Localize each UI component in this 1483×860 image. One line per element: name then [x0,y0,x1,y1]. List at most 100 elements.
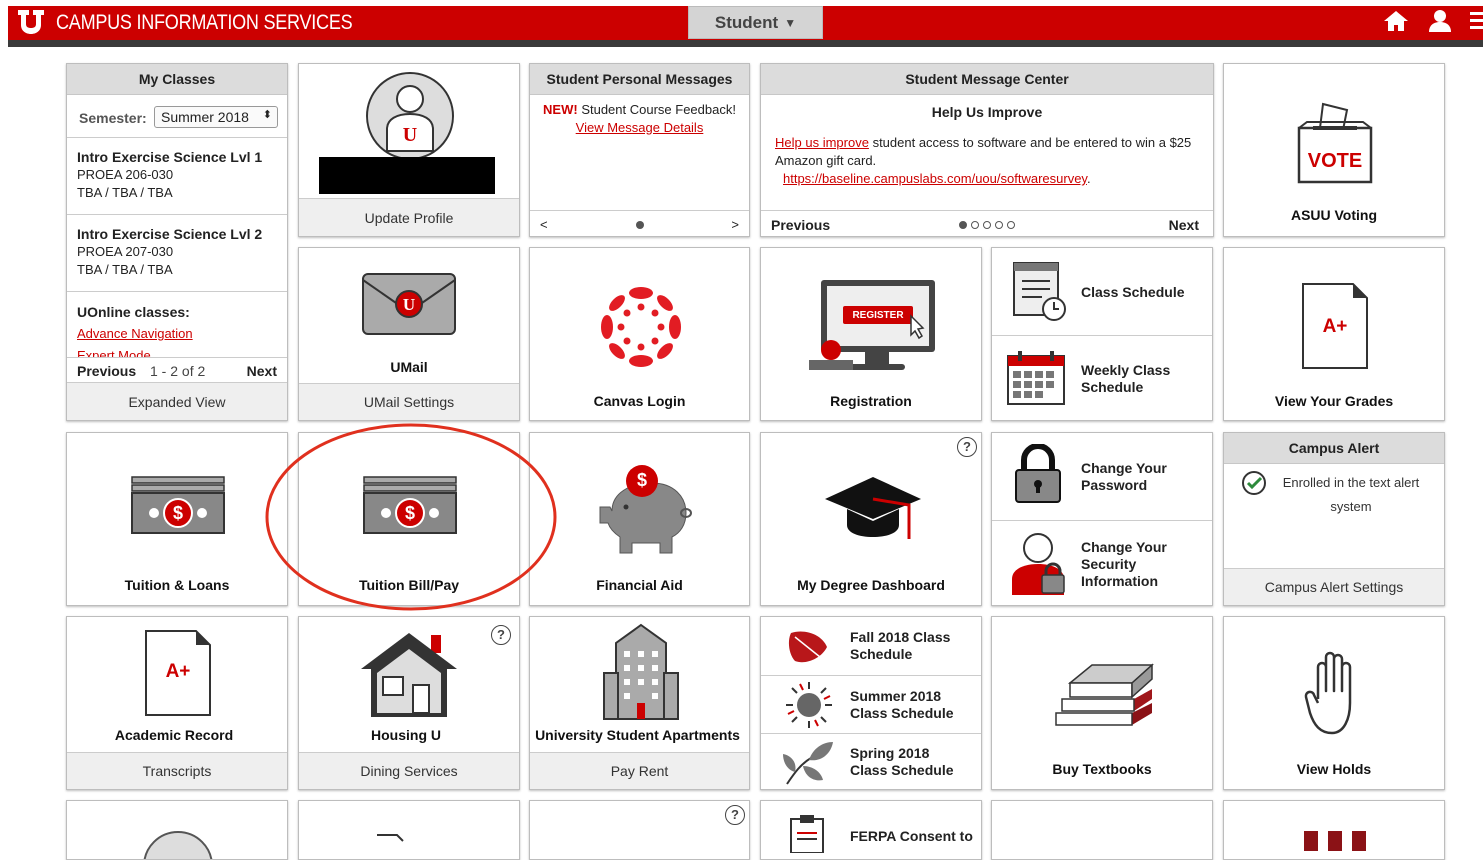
academic-record-link[interactable]: A+ Academic Record [67,617,287,753]
buy-textbooks-tile[interactable]: Buy Textbooks [991,616,1213,790]
new-badge: NEW! [543,102,578,117]
university-u-logo[interactable] [16,8,46,36]
expert-mode-link[interactable]: Expert Mode [77,345,277,357]
message-center-prev[interactable]: Previous [771,217,830,233]
prev-message-button[interactable]: < [540,217,548,232]
personal-messages-pager: < > [530,210,749,236]
update-profile-button[interactable]: Update Profile [299,198,519,236]
pay-rent-button[interactable]: Pay Rent [530,752,749,789]
menu-icon[interactable] [1470,10,1483,32]
help-icon[interactable]: ? [957,437,977,457]
asuu-voting-label: ASUU Voting [1290,207,1378,223]
fall-leaf-icon [788,631,827,663]
partial-tile[interactable] [66,800,288,860]
view-message-link[interactable]: View Message Details [576,120,704,135]
class-item[interactable]: Intro Exercise Science Lvl 1 PROEA 206-0… [67,137,287,214]
view-grades-tile[interactable]: A+ View Your Grades [1223,247,1445,421]
transcripts-button[interactable]: Transcripts [67,752,287,789]
weekly-schedule-label: Weekly Class Schedule [1081,362,1171,395]
next-message-button[interactable]: > [731,217,739,232]
survey-url-link[interactable]: https://baseline.campuslabs.com/uou/soft… [783,171,1087,186]
expanded-view-button[interactable]: Expanded View [67,382,287,420]
ferpa-tile[interactable]: FERPA Consent to [760,800,982,860]
partial-tile[interactable] [991,800,1213,860]
semester-select-value: Summer 2018 [161,109,249,125]
envelope-icon: U [362,273,456,335]
next-button[interactable]: Next [247,363,277,379]
tuition-bill-label: Tuition Bill/Pay [358,577,460,593]
fall-schedule-item[interactable]: Fall 2018 Class Schedule [761,617,981,675]
tuition-bill-tile[interactable]: $ Tuition Bill/Pay [298,432,520,606]
personal-message-body: NEW! Student Course Feedback! View Messa… [540,101,739,137]
partial-tile[interactable] [1223,800,1445,860]
graduation-cap-icon [825,477,921,539]
message-center-dots [957,220,1017,229]
profile-tile[interactable]: U Update Profile [298,63,520,237]
degree-dashboard-label: My Degree Dashboard [797,577,945,593]
canvas-login-tile[interactable]: Canvas Login [529,247,750,421]
circle-icon [143,831,213,859]
pager-dot[interactable] [995,221,1003,229]
semester-select[interactable]: Summer 2018 ⬍ [154,106,278,128]
asuu-voting-tile[interactable]: VOTE ASUU Voting [1223,63,1445,237]
apartments-link[interactable]: University Student Apartments [530,617,749,753]
housing-link[interactable]: Housing U [299,617,519,753]
uonline-section: UOnline classes: Advance Navigation Expe… [67,291,287,357]
home-icon[interactable] [1383,9,1409,33]
change-security-item[interactable]: Change Your Security Information [992,520,1212,605]
umail-settings-button[interactable]: UMail Settings [299,383,519,420]
message-center-tile: Student Message Center Help Us Improve H… [760,63,1214,237]
academic-record-label: Academic Record [114,727,234,743]
svg-text:U: U [403,295,415,314]
dining-services-button[interactable]: Dining Services [299,752,519,789]
message-center-next[interactable]: Next [1169,217,1199,233]
umail-tile[interactable]: U UMail UMail Settings [298,247,520,421]
class-schedule-label: Class Schedule [1081,284,1185,300]
change-password-item[interactable]: Change Your Password [992,433,1212,520]
tuition-loans-tile[interactable]: $ Tuition & Loans [66,432,288,606]
document-icon [377,834,404,842]
partial-tile[interactable] [298,800,520,860]
help-icon[interactable]: ? [725,805,745,825]
dollar-icon: $ [172,503,183,523]
campus-alert-settings-button[interactable]: Campus Alert Settings [1224,568,1444,605]
campus-alert-tile: Campus Alert Enrolled in the text alert … [1223,432,1445,606]
pager-dot[interactable] [971,221,979,229]
previous-button[interactable]: Previous [77,363,136,379]
updown-icon: ⬍ [262,109,272,121]
summer-schedule-item[interactable]: Summer 2018 Class Schedule [761,675,981,733]
partial-tile[interactable]: ? [529,800,750,860]
class-schedule-item[interactable]: Class Schedule [992,248,1212,335]
spring-schedule-item[interactable]: Spring 2018 Class Schedule [761,733,981,789]
checkmark-icon [1242,471,1266,495]
semester-schedules-tile: Fall 2018 Class Schedule Summer 2018 Cla… [760,616,982,790]
tuition-loans-label: Tuition & Loans [124,577,230,593]
campus-alert-text: Enrolled in the text alert system [1282,475,1420,514]
user-icon[interactable] [1428,9,1452,33]
degree-dashboard-tile[interactable]: ? My Degree Dashboard [760,432,982,606]
register-monitor-icon [809,280,935,370]
my-classes-title: My Classes [67,64,287,95]
spring-schedule-label: Spring 2018 Class Schedule [850,745,954,778]
help-improve-link[interactable]: Help us improve [775,135,869,150]
role-selector[interactable]: Student ▼ [688,6,823,39]
dollar-icon: $ [404,503,415,523]
class-code: PROEA 206-030 [77,167,174,182]
grade-icon-text: A+ [1322,316,1348,337]
fall-schedule-label: Fall 2018 Class Schedule [850,629,951,662]
profile-avatar-icon: U [366,72,454,160]
registration-tile[interactable]: REGISTER Registration [760,247,982,421]
redacted-name [319,157,495,194]
financial-aid-tile[interactable]: $ Financial Aid [529,432,750,606]
view-holds-tile[interactable]: View Holds [1223,616,1445,790]
weekly-schedule-item[interactable]: Weekly Class Schedule [992,335,1212,420]
pager-dot[interactable] [1007,221,1015,229]
pager-dot[interactable] [959,221,967,229]
class-name: Intro Exercise Science Lvl 2 [77,226,263,242]
padlock-icon [1015,444,1061,503]
canvas-logo-icon [601,287,681,367]
pager-dot[interactable] [983,221,991,229]
advance-navigation-link[interactable]: Advance Navigation [77,323,277,345]
top-bar-underline [8,40,1483,47]
class-item[interactable]: Intro Exercise Science Lvl 2 PROEA 207-0… [67,214,287,291]
